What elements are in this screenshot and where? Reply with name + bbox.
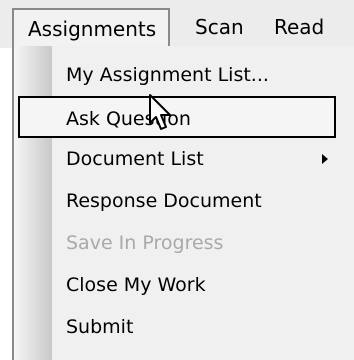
menu-item-document-list[interactable]: Document List bbox=[14, 138, 340, 180]
menu-item-response-document[interactable]: Response Document bbox=[14, 180, 340, 222]
menu-scan[interactable]: Scan bbox=[185, 8, 254, 46]
menu-item-document-list-label: Document List bbox=[66, 148, 204, 170]
assignments-dropdown-menu: My Assignment List... Ask Question Docum… bbox=[12, 46, 354, 360]
menu-item-ask-question[interactable]: Ask Question bbox=[18, 96, 336, 138]
menu-bar: Assignments Scan Read bbox=[0, 0, 354, 48]
mouse-pointer-icon bbox=[149, 94, 171, 130]
menu-assignments[interactable]: Assignments bbox=[12, 8, 170, 46]
menu-item-my-assignment-list[interactable]: My Assignment List... bbox=[14, 54, 340, 96]
menu-item-close-my-work[interactable]: Close My Work bbox=[14, 264, 340, 306]
chevron-right-icon bbox=[322, 154, 328, 164]
menu-item-save-in-progress: Save In Progress bbox=[66, 232, 224, 254]
menu-item-submit[interactable]: Submit bbox=[14, 306, 340, 348]
menu-read[interactable]: Read bbox=[264, 8, 334, 46]
